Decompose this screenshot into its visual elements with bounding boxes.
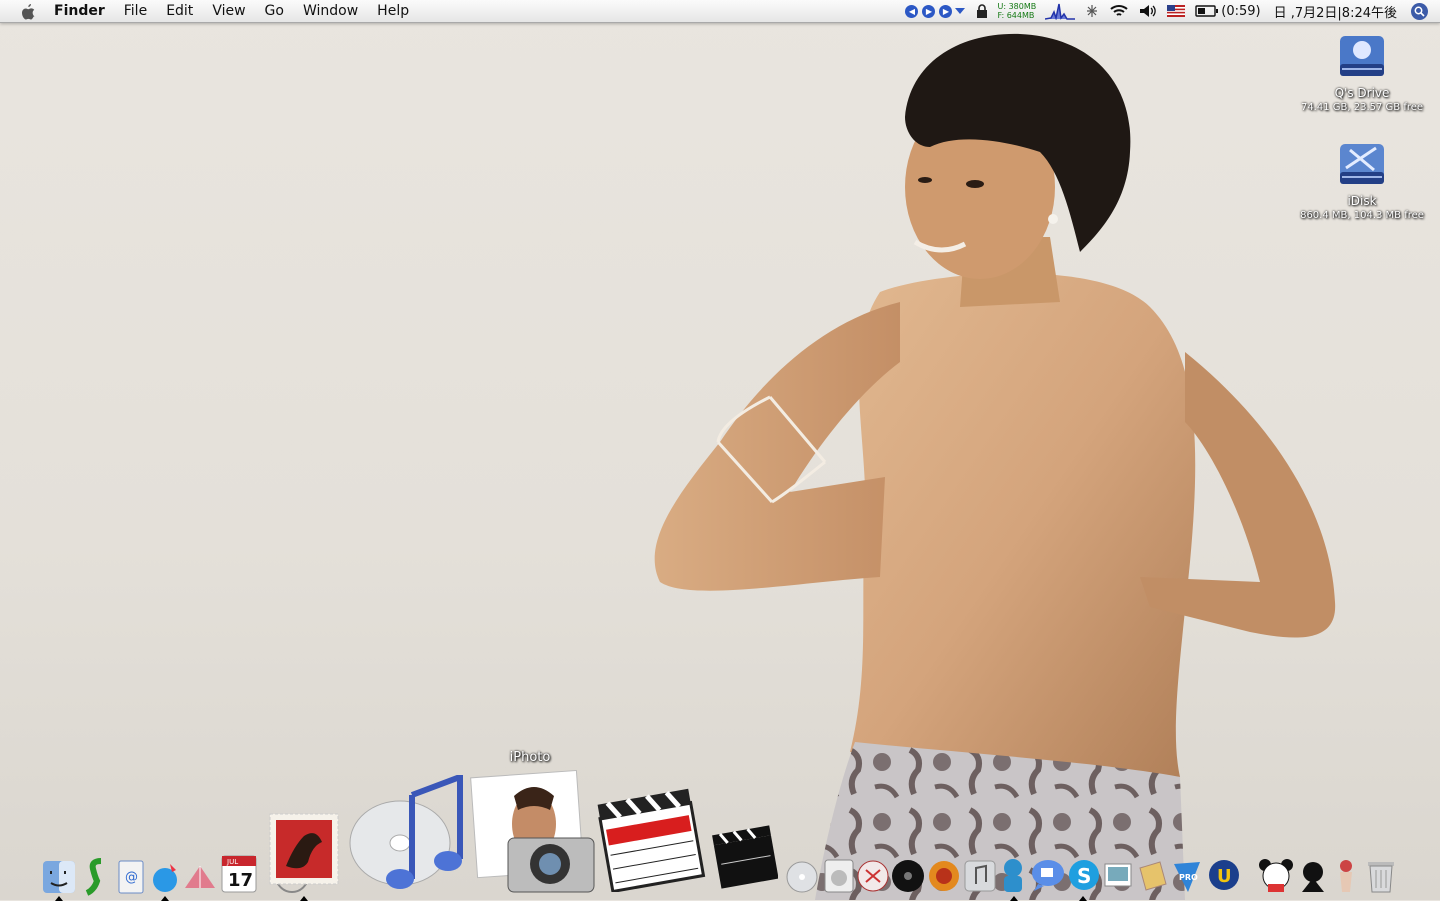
- previous-track-icon[interactable]: ◀: [905, 4, 919, 18]
- running-indicator: [1079, 896, 1087, 901]
- dock-photo-slides-icon[interactable]: [926, 858, 962, 898]
- dock-iphoto-icon[interactable]: [468, 768, 596, 898]
- cpu-graph-icon[interactable]: [1045, 2, 1076, 20]
- itunes-controls[interactable]: ◀ ▶ ▶: [903, 4, 966, 18]
- menu-go[interactable]: Go: [265, 3, 284, 19]
- drive-name: Q's Drive: [1334, 86, 1390, 100]
- dock-hover-label: iPhoto: [509, 750, 551, 765]
- svg-text:S: S: [1077, 864, 1091, 888]
- dock-media-app-icon[interactable]: [856, 858, 890, 898]
- drive-name: iDisk: [1347, 194, 1377, 208]
- running-indicator: [161, 896, 169, 901]
- wallpaper-eye: [966, 180, 984, 188]
- menu-file[interactable]: File: [124, 3, 147, 19]
- drive-capacity: 860.4 MB, 104.3 MB free: [1300, 210, 1424, 221]
- menu-clock[interactable]: 日 ,7月2日|8:24午後: [1274, 2, 1397, 21]
- spotlight-search-icon[interactable]: [1411, 2, 1428, 20]
- wallpaper-torso: [850, 273, 1196, 777]
- lock-icon[interactable]: [976, 4, 988, 18]
- volume-icon[interactable]: [1139, 4, 1157, 18]
- dock-finder-icon[interactable]: [42, 860, 76, 898]
- dock-skype-icon[interactable]: S: [1067, 858, 1101, 896]
- memory-monitor[interactable]: U: 380MB F: 644MB: [997, 2, 1036, 20]
- battery-time: (0:59): [1221, 3, 1261, 19]
- next-track-icon[interactable]: ▶: [939, 4, 953, 18]
- dock-mail-icon[interactable]: [262, 810, 348, 898]
- idisk-icon: [1340, 144, 1384, 184]
- svg-text:PRO: PRO: [1179, 873, 1198, 882]
- dock-address-book-icon[interactable]: @: [117, 860, 145, 898]
- menu-bar: Finder File Edit View Go Window Help ◀ ▶…: [0, 0, 1440, 23]
- dock-ical-icon[interactable]: JUL 17: [219, 852, 259, 898]
- dock-kite-app-icon[interactable]: [183, 860, 217, 898]
- memory-free-value: 644MB: [1006, 11, 1035, 20]
- menu-app-finder[interactable]: Finder: [54, 3, 105, 19]
- dock-preview-icon[interactable]: [1102, 858, 1136, 896]
- memory-used-label: U:: [997, 2, 1007, 11]
- dock-panda-icon[interactable]: [1256, 858, 1296, 898]
- running-indicator: [300, 896, 308, 901]
- menu-view[interactable]: View: [212, 3, 245, 19]
- dock-music-app-icon[interactable]: [962, 858, 998, 898]
- dock-dvd-drive-icon[interactable]: [785, 860, 819, 898]
- hard-drive-icon: [1340, 36, 1384, 76]
- input-menu-us-flag-icon[interactable]: [1167, 5, 1186, 17]
- wifi-icon[interactable]: [1109, 4, 1129, 18]
- battery-icon: [1195, 5, 1219, 17]
- play-icon[interactable]: ▶: [922, 4, 936, 18]
- dock-jpeg-icon[interactable]: [1136, 858, 1170, 896]
- menu-edit[interactable]: Edit: [166, 3, 193, 19]
- ical-day: 17: [228, 870, 253, 891]
- dock-final-cut-icon[interactable]: [596, 782, 706, 896]
- bluetooth-icon[interactable]: [1085, 4, 1099, 18]
- dock-imovie-icon[interactable]: [712, 820, 779, 894]
- menu-window[interactable]: Window: [303, 3, 358, 19]
- menu-help[interactable]: Help: [377, 3, 409, 19]
- desktop-drive-idisk[interactable]: iDisk 860.4 MB, 104.3 MB free: [1292, 138, 1432, 222]
- running-indicator: [1010, 896, 1018, 901]
- dock-browser-icon[interactable]: [150, 860, 182, 898]
- svg-text:@: @: [125, 870, 138, 885]
- wallpaper-earring: [1048, 214, 1058, 224]
- battery-status[interactable]: (0:59): [1195, 3, 1261, 19]
- chevron-down-icon[interactable]: [954, 6, 966, 16]
- menu-extras: ◀ ▶ ▶ U: 380MB F: 644MB (0:59) 日 ,7月2日|8…: [898, 0, 1440, 22]
- desktop-drive-qs-drive[interactable]: Q's Drive 74.41 GB, 23.57 GB free: [1292, 30, 1432, 114]
- dock-ichat-icon[interactable]: [1030, 858, 1066, 896]
- dock-dvd-studio-icon[interactable]: [890, 858, 926, 898]
- running-indicator: [55, 896, 63, 901]
- ical-month: JUL: [226, 858, 238, 866]
- wallpaper-eye: [918, 177, 932, 183]
- memory-used-value: 380MB: [1008, 2, 1037, 11]
- drive-capacity: 74.41 GB, 23.57 GB free: [1300, 102, 1424, 113]
- dock: @ JUL 17 S PRO U: [0, 740, 1440, 901]
- dock-itunes-icon[interactable]: [348, 772, 466, 893]
- dock-ichat-buddy-icon[interactable]: [998, 856, 1028, 898]
- apple-menu-icon[interactable]: [18, 1, 38, 21]
- memory-free-label: F:: [997, 11, 1005, 20]
- dock-u-app-icon[interactable]: U: [1206, 858, 1242, 896]
- dock-snake-app-icon[interactable]: [83, 858, 109, 900]
- dock-pro-app-icon[interactable]: PRO: [1170, 858, 1204, 898]
- dock-dog-icon[interactable]: [1296, 858, 1330, 898]
- dock-trash-icon[interactable]: [1364, 856, 1398, 898]
- dock-figure-icon[interactable]: [1332, 858, 1362, 898]
- svg-text:U: U: [1217, 866, 1232, 887]
- dock-dvd-player-icon[interactable]: [823, 858, 855, 898]
